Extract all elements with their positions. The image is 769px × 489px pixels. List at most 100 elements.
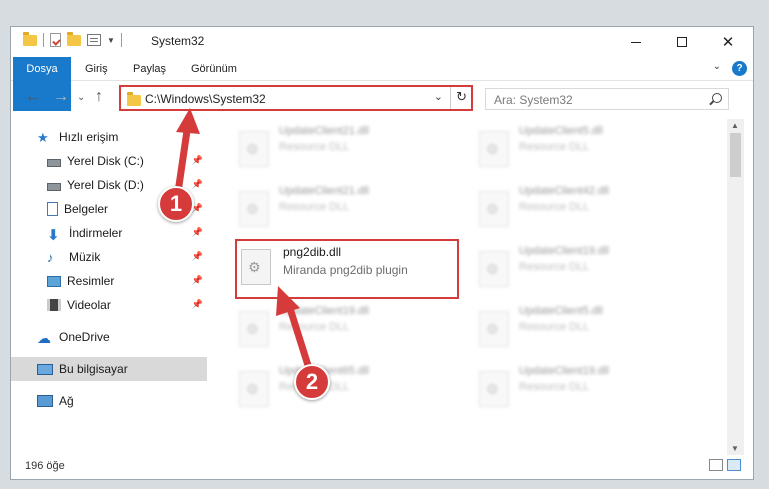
title-bar: ▼ System32 ✕ xyxy=(11,27,753,57)
dll-file-icon xyxy=(239,131,269,167)
file-item[interactable]: UpdateClient5.dll Resource DLL xyxy=(473,121,693,175)
refresh-icon[interactable]: ↻ xyxy=(456,89,467,105)
pin-icon[interactable]: 📌 xyxy=(192,251,203,262)
toolbar-divider xyxy=(120,33,122,47)
file-item[interactable]: UpdateClient5.dll Resource DLL xyxy=(473,301,693,355)
scroll-down-icon[interactable]: ▼ xyxy=(731,444,739,453)
file-description: Resource DLL xyxy=(519,321,590,333)
file-item-png2dib[interactable]: png2dib.dll Miranda png2dib plugin xyxy=(235,239,459,299)
sidebar-item-label: Bu bilgisayar xyxy=(59,362,128,376)
sidebar-item-label: Belgeler xyxy=(64,202,109,216)
tiles-view-icon[interactable] xyxy=(727,459,741,471)
folder-icon[interactable] xyxy=(23,31,37,46)
maximize-icon xyxy=(677,37,687,47)
folder-icon xyxy=(127,92,141,106)
pin-icon[interactable]: 📌 xyxy=(192,299,203,310)
onedrive-icon: ☁ xyxy=(37,330,51,346)
recent-locations-button[interactable]: ⌄ xyxy=(77,92,85,103)
file-item[interactable]: UpdateClient21.dll Resource DLL xyxy=(233,121,453,175)
search-placeholder: Ara: System32 xyxy=(494,93,573,107)
sidebar-item-this-pc[interactable]: Bu bilgisayar xyxy=(11,357,207,381)
file-item[interactable]: UpdateClient42.dll Resource DLL xyxy=(473,181,693,235)
file-description: Resource DLL xyxy=(519,201,590,213)
close-button[interactable]: ✕ xyxy=(705,27,751,57)
videos-icon xyxy=(47,299,61,311)
sidebar-item-quick-access[interactable]: ★ Hızlı erişim xyxy=(11,125,207,149)
file-name: UpdateClient21.dll xyxy=(279,185,369,197)
pin-icon[interactable]: 📌 xyxy=(192,155,203,166)
documents-icon xyxy=(47,202,58,216)
pin-icon[interactable]: 📌 xyxy=(192,275,203,286)
navigation-pane: ★ Hızlı erişim Yerel Disk (C:) 📌 Yerel D… xyxy=(11,119,207,455)
status-bar: 196 öğe xyxy=(11,457,753,479)
address-path[interactable]: C:\Windows\System32 xyxy=(145,92,266,106)
tab-share[interactable]: Paylaş xyxy=(133,57,166,81)
scroll-up-icon[interactable]: ▲ xyxy=(731,121,739,130)
minimize-button[interactable] xyxy=(613,27,659,57)
sidebar-item-network[interactable]: Ağ xyxy=(11,389,207,413)
vertical-scrollbar[interactable]: ▲ ▼ xyxy=(727,119,744,455)
details-view-icon[interactable] xyxy=(709,459,723,471)
search-input[interactable]: Ara: System32 xyxy=(485,88,729,110)
customize-toolbar-chevron-icon[interactable]: ▼ xyxy=(107,36,115,45)
pictures-icon xyxy=(47,275,61,287)
tab-home[interactable]: Giriş xyxy=(85,57,108,81)
file-item[interactable]: UpdateClient19.dll Resource DLL xyxy=(473,361,693,415)
pin-icon[interactable]: 📌 xyxy=(192,227,203,238)
sidebar-item-pictures[interactable]: Resimler 📌 xyxy=(11,269,207,293)
sidebar-item-music[interactable]: ♪ Müzik 📌 xyxy=(11,245,207,269)
drive-icon xyxy=(47,183,61,191)
file-item[interactable]: UpdateClient65.dll Resource DLL xyxy=(233,361,453,415)
maximize-button[interactable] xyxy=(659,27,705,57)
dll-file-icon xyxy=(239,191,269,227)
file-name: png2dib.dll xyxy=(283,245,342,259)
dll-file-icon xyxy=(239,371,269,407)
step-1-badge: 1 xyxy=(158,186,194,222)
file-description: Resource DLL xyxy=(279,201,350,213)
file-name: UpdateClient19.dll xyxy=(519,365,609,377)
properties-check-icon[interactable] xyxy=(50,33,61,47)
new-folder-icon[interactable] xyxy=(67,31,81,46)
chevron-down-icon[interactable]: ⌄ xyxy=(434,90,443,103)
sidebar-item-label: Ağ xyxy=(59,394,74,408)
step-2-badge: 2 xyxy=(294,364,330,400)
file-description: Resource DLL xyxy=(279,141,350,153)
up-button[interactable]: ↑ xyxy=(95,88,103,106)
back-button[interactable]: ← xyxy=(25,88,41,106)
scroll-thumb[interactable] xyxy=(730,133,741,177)
file-name: UpdateClient42.dll xyxy=(519,185,609,197)
forward-button[interactable]: → xyxy=(53,88,69,106)
sidebar-item-downloads[interactable]: ⬇ İndirmeler 📌 xyxy=(11,221,207,245)
tab-view[interactable]: Görünüm xyxy=(191,57,237,81)
search-icon[interactable] xyxy=(712,93,722,103)
address-bar[interactable]: C:\Windows\System32 ⌄ ↻ xyxy=(119,85,473,111)
sidebar-item-label: Resimler xyxy=(67,274,115,288)
explorer-window: ▼ System32 ✕ Dosya Giriş Paylaş Görünüm … xyxy=(10,26,754,480)
file-list: UpdateClient21.dll Resource DLL UpdateCl… xyxy=(211,119,723,455)
sidebar-item-label: Müzik xyxy=(69,250,101,264)
item-count: 196 öğe xyxy=(25,460,65,472)
navigation-bar: ← → ⌄ ↑ C:\Windows\System32 ⌄ ↻ Ara: Sys… xyxy=(11,82,753,116)
file-name: UpdateClient19.dll xyxy=(519,245,609,257)
file-item[interactable]: UpdateClient19.dll Resource DLL xyxy=(473,241,693,295)
toolbar-divider xyxy=(43,33,44,47)
help-icon[interactable]: ? xyxy=(732,61,747,76)
sidebar-item-local-disk-c[interactable]: Yerel Disk (C:) 📌 xyxy=(11,149,207,173)
file-description: Resource DLL xyxy=(279,321,350,333)
sidebar-item-label: İndirmeler xyxy=(69,226,123,240)
properties-icon[interactable] xyxy=(87,34,101,46)
address-divider xyxy=(450,87,451,109)
sidebar-item-label: Yerel Disk (C:) xyxy=(67,154,144,168)
sidebar-item-label: Hızlı erişim xyxy=(59,130,119,144)
pin-icon[interactable]: 📌 xyxy=(192,179,203,190)
file-item[interactable]: UpdateClient21.dll Resource DLL xyxy=(233,181,453,235)
dll-file-icon xyxy=(479,191,509,227)
sidebar-item-videos[interactable]: Videolar 📌 xyxy=(11,293,207,317)
file-item[interactable]: UpdateClient19.dll Resource DLL xyxy=(233,301,453,355)
downloads-icon: ⬇ xyxy=(47,227,60,244)
computer-icon xyxy=(37,363,53,375)
sidebar-item-onedrive[interactable]: ☁ OneDrive xyxy=(11,325,207,349)
ribbon-tabs: Dosya Giriş Paylaş Görünüm ⌄ ? xyxy=(11,57,753,111)
expand-ribbon-icon[interactable]: ⌄ xyxy=(713,61,721,72)
drive-icon xyxy=(47,159,61,167)
